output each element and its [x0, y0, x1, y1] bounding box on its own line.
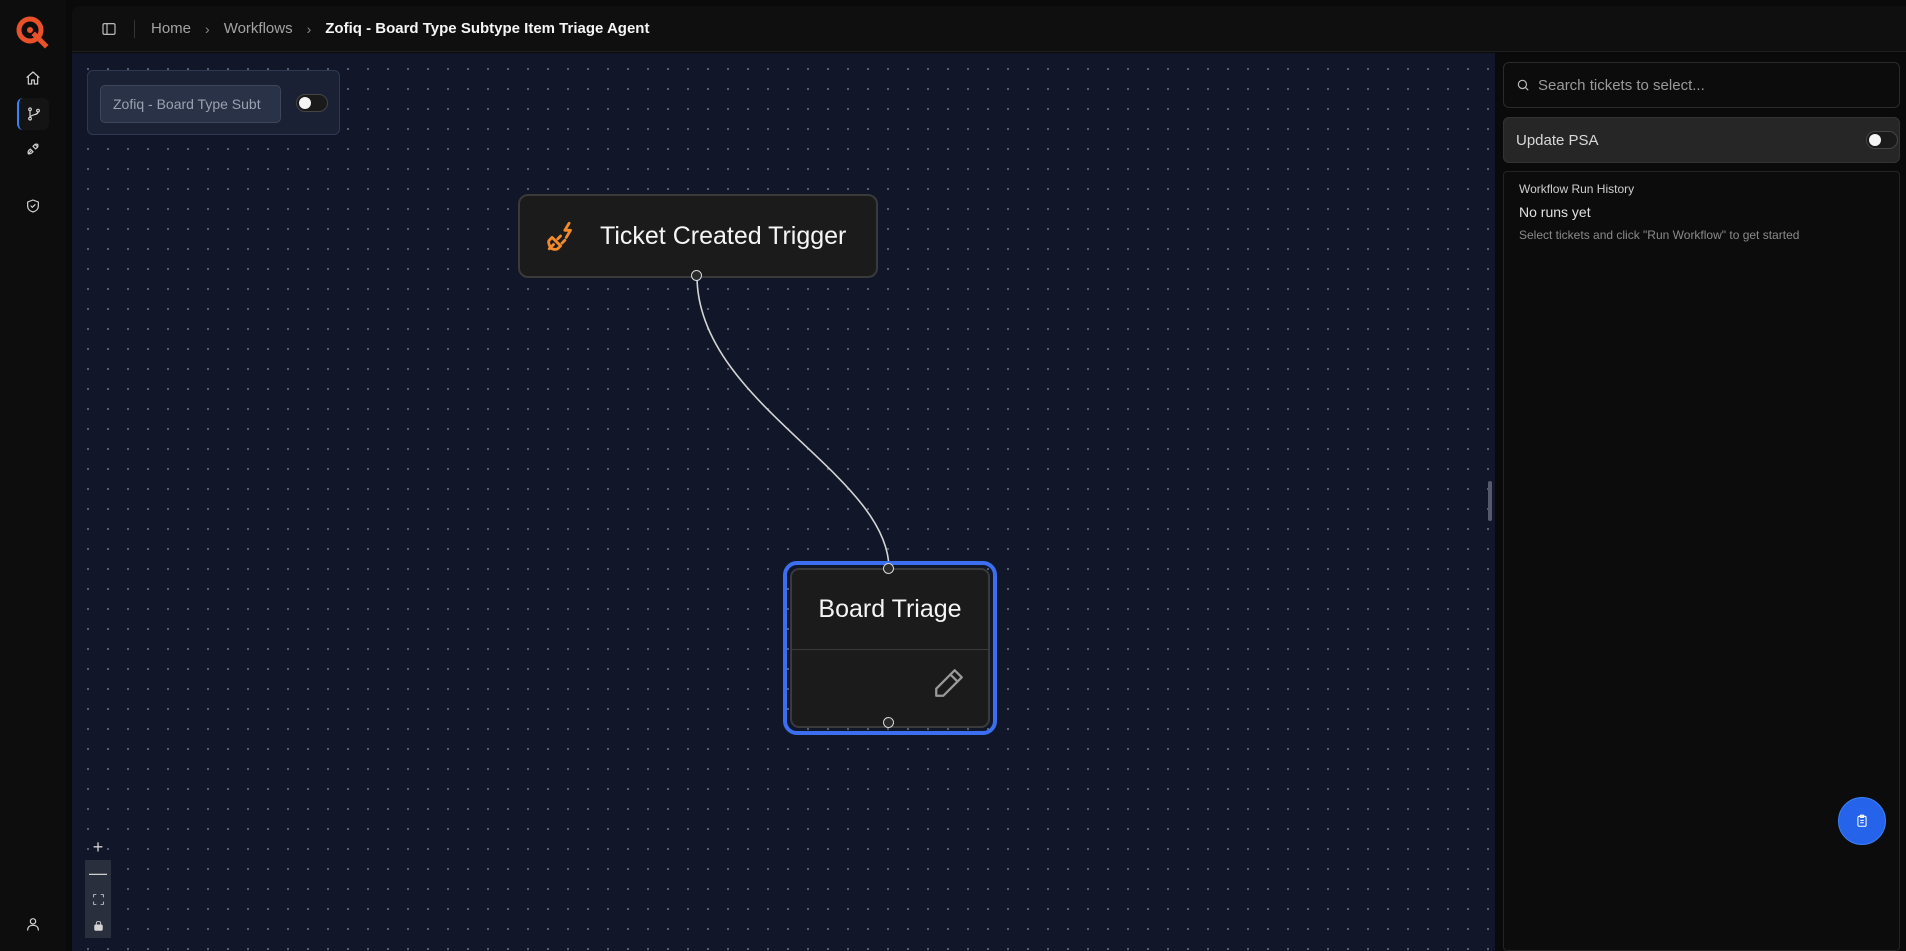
home-icon	[26, 71, 40, 85]
trigger-output-handle[interactable]	[691, 270, 702, 281]
breadcrumb-workflows[interactable]: Workflows	[224, 20, 293, 37]
git-branch-icon	[28, 107, 40, 121]
nav-rail	[0, 0, 66, 951]
history-title: Workflow Run History	[1519, 182, 1635, 196]
update-psa-toggle[interactable]	[1866, 131, 1898, 149]
breadcrumb-current: Zofiq - Board Type Subtype Item Triage A…	[325, 20, 650, 37]
node-board-triage[interactable]: Board Triage	[790, 568, 990, 728]
nav-profile-button[interactable]	[17, 908, 49, 940]
nav-security-button[interactable]	[17, 190, 49, 222]
breadcrumb-home[interactable]: Home	[151, 20, 191, 37]
brand-logo-icon[interactable]	[15, 15, 49, 49]
zoom-in-button[interactable]: +	[85, 834, 111, 860]
node-title: Ticket Created Trigger	[600, 221, 847, 250]
toggle-sidebar-button[interactable]	[98, 18, 120, 40]
search-placeholder: Search tickets to select...	[1538, 76, 1705, 94]
node-title: Board Triage	[792, 570, 988, 650]
chevron-right-icon: ›	[205, 20, 210, 37]
update-psa-row: Update PSA	[1503, 117, 1900, 163]
node-board-triage-selected[interactable]: Board Triage	[783, 561, 997, 735]
top-bar: Home › Workflows › Zofiq - Board Type Su…	[72, 6, 1906, 52]
nav-workflows-button[interactable]	[17, 98, 49, 130]
workflow-canvas[interactable]: Zofiq - Board Type Subt Ticket Created T…	[72, 53, 1495, 951]
divider	[134, 19, 135, 38]
plug-lightning-icon	[542, 216, 582, 256]
sidebar-toggle-icon	[102, 22, 116, 35]
panel-resize-handle[interactable]	[1488, 481, 1492, 521]
edge-trigger-to-triage	[696, 275, 890, 570]
lock-icon	[93, 920, 103, 931]
fit-view-icon	[92, 893, 104, 905]
nav-integrations-button[interactable]	[17, 133, 49, 165]
workflow-enabled-toggle[interactable]	[296, 94, 328, 112]
shield-check-icon	[27, 199, 39, 213]
zoom-out-button[interactable]: —	[85, 860, 111, 886]
clipboard-fab-button[interactable]	[1838, 797, 1886, 845]
lock-canvas-button[interactable]	[85, 912, 111, 938]
clipboard-icon	[1857, 814, 1867, 827]
history-empty-state: No runs yet	[1519, 204, 1591, 220]
triage-output-handle[interactable]	[883, 717, 894, 728]
chevron-right-icon: ›	[306, 20, 312, 37]
history-hint: Select tickets and click "Run Workflow" …	[1519, 228, 1800, 242]
workflow-run-history: Workflow Run History No runs yet Select …	[1503, 171, 1900, 951]
search-icon	[1517, 79, 1529, 91]
update-psa-label: Update PSA	[1516, 132, 1599, 149]
workflow-name-input[interactable]: Zofiq - Board Type Subt	[100, 85, 281, 123]
workflow-name-panel: Zofiq - Board Type Subt	[87, 70, 340, 135]
pencil-icon[interactable]	[932, 666, 966, 700]
ticket-search-input[interactable]: Search tickets to select...	[1503, 62, 1900, 108]
triage-input-handle[interactable]	[883, 563, 894, 574]
user-icon	[27, 918, 39, 931]
node-ticket-created-trigger[interactable]: Ticket Created Trigger	[518, 194, 878, 278]
plug-icon	[27, 143, 39, 155]
breadcrumb: Home › Workflows › Zofiq - Board Type Su…	[151, 20, 649, 37]
zoom-controls: + —	[85, 834, 111, 938]
nav-home-button[interactable]	[17, 62, 49, 94]
fit-view-button[interactable]	[85, 886, 111, 912]
